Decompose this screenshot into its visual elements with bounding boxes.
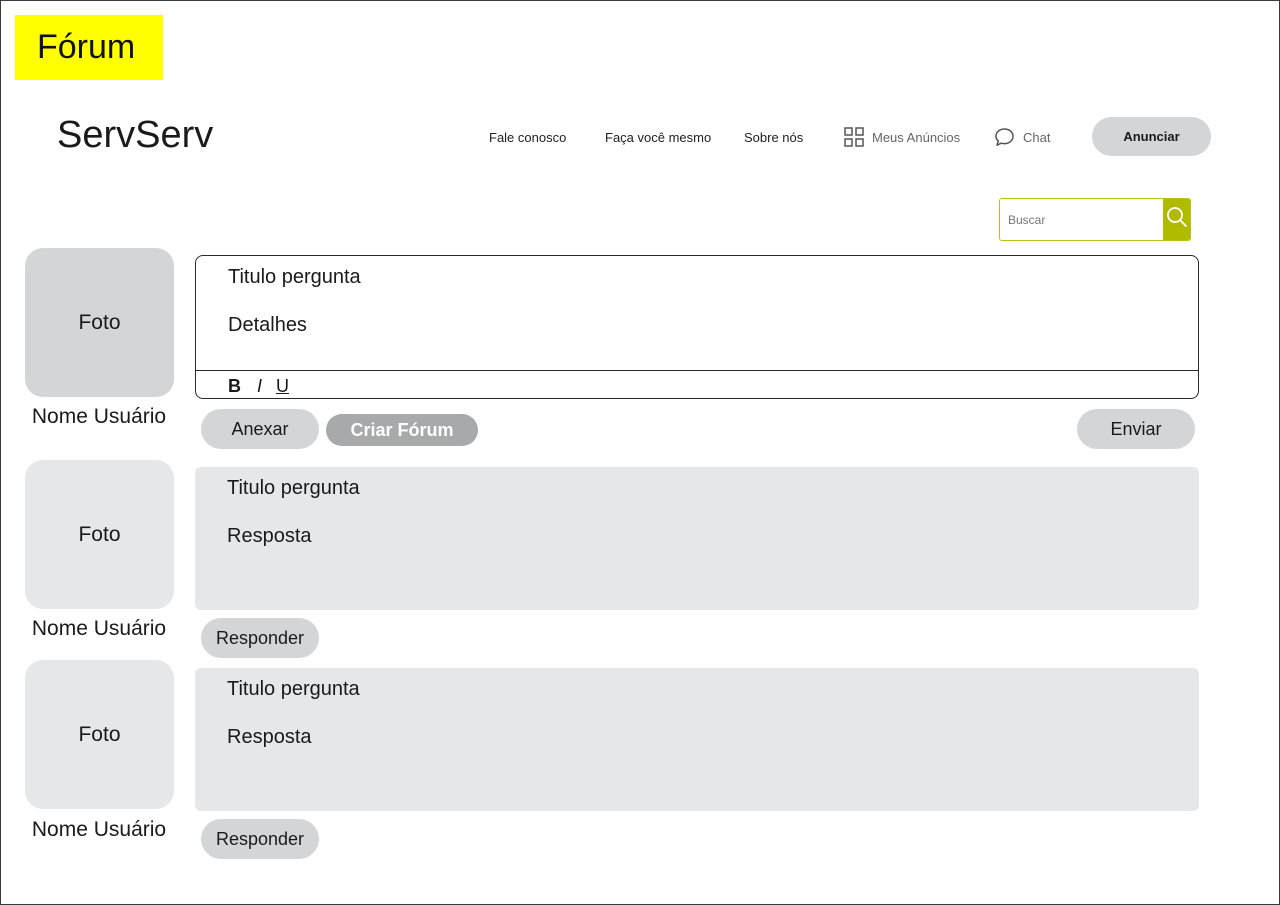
question-editor[interactable]: Titulo pergunta Detalhes B I U [195, 255, 1199, 399]
brand-logo[interactable]: ServServ [57, 114, 213, 157]
grid-icon [844, 127, 864, 147]
bold-button[interactable]: B [228, 376, 241, 397]
search-bar [999, 198, 1191, 241]
nav-contact-link[interactable]: Fale conosco [489, 130, 566, 145]
nav-chat-link[interactable]: Chat [994, 126, 1050, 148]
post-username: Nome Usuário [31, 818, 167, 841]
attach-button[interactable]: Anexar [201, 409, 319, 449]
post-username: Nome Usuário [31, 617, 167, 640]
post-card: Titulo pergunta Resposta [195, 668, 1199, 811]
reply-button[interactable]: Responder [201, 819, 319, 859]
search-input[interactable] [1000, 199, 1163, 240]
send-button[interactable]: Enviar [1077, 409, 1195, 449]
reply-button[interactable]: Responder [201, 618, 319, 658]
composer-username: Nome Usuário [31, 405, 167, 428]
question-title-field[interactable]: Titulo pergunta [228, 266, 361, 289]
underline-button[interactable]: U [276, 376, 289, 397]
italic-button[interactable]: I [257, 376, 262, 397]
question-details-field[interactable]: Detalhes [228, 314, 307, 337]
search-icon [1166, 206, 1188, 233]
post-card: Titulo pergunta Resposta [195, 467, 1199, 610]
page-label: Fórum [15, 15, 163, 80]
nav-diy-link[interactable]: Faça você mesmo [605, 130, 711, 145]
nav-chat-label: Chat [1023, 129, 1051, 145]
nav-about-link[interactable]: Sobre nós [744, 130, 803, 145]
post-answer: Resposta [227, 726, 312, 748]
post-avatar: Foto [25, 460, 174, 609]
nav-my-ads-link[interactable]: Meus Anúncios [844, 126, 960, 148]
search-button[interactable] [1163, 199, 1190, 240]
post-title: Titulo pergunta [227, 477, 360, 499]
post-avatar: Foto [25, 660, 174, 809]
chat-bubble-icon [994, 127, 1015, 147]
post-answer: Resposta [227, 525, 312, 547]
create-forum-button[interactable]: Criar Fórum [326, 414, 478, 446]
composer-avatar: Foto [25, 248, 174, 397]
announce-button[interactable]: Anunciar [1092, 117, 1211, 156]
nav-my-ads-label: Meus Anúncios [872, 129, 961, 145]
editor-toolbar-divider [196, 370, 1198, 371]
post-title: Titulo pergunta [227, 678, 360, 700]
